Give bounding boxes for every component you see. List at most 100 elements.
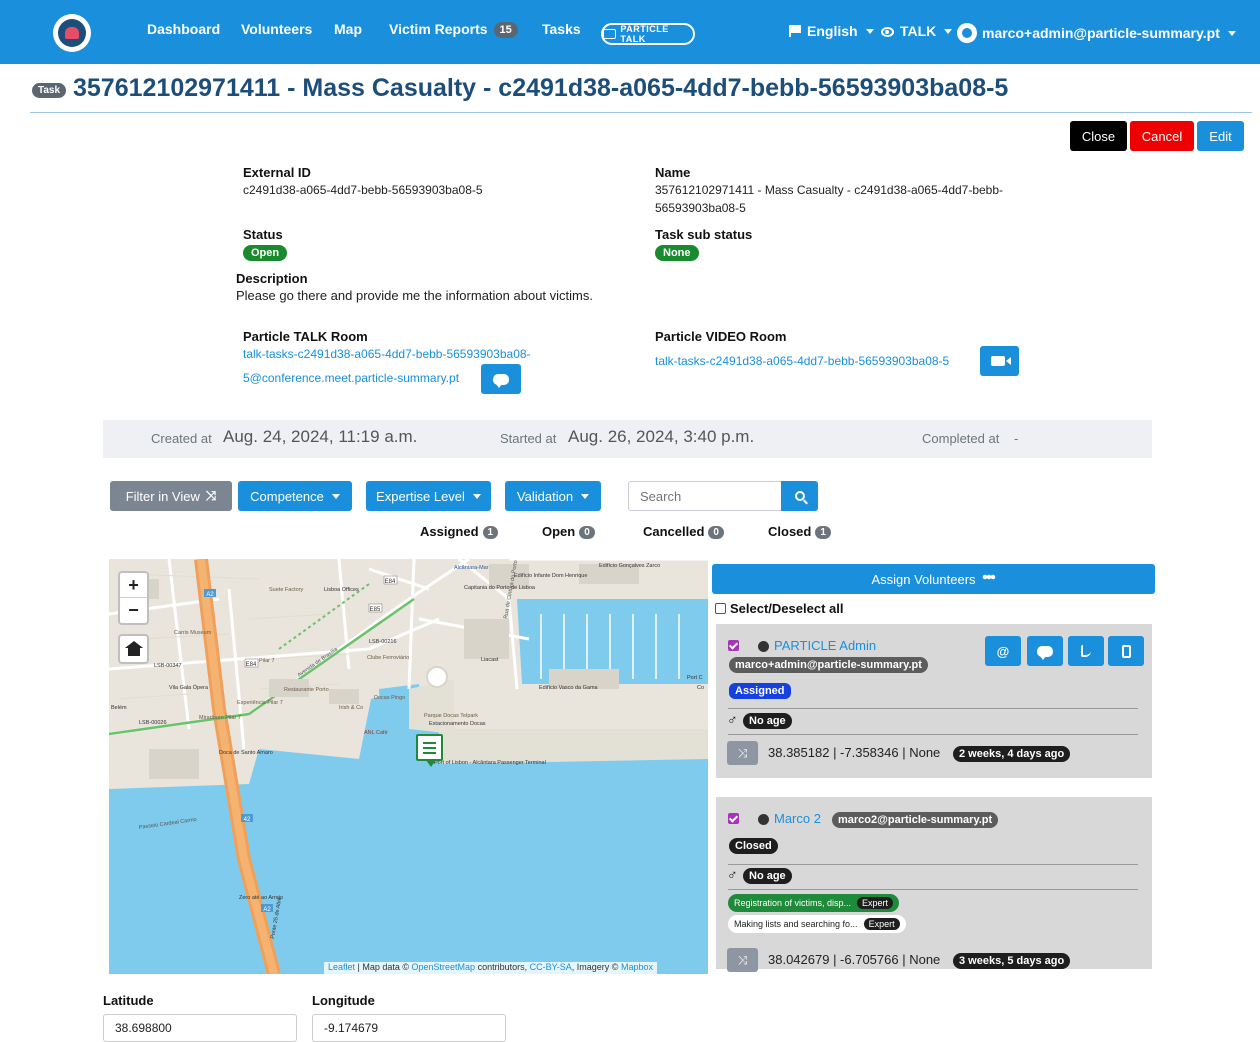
search-button[interactable] (781, 481, 818, 511)
volunteer-email-badge: marco+admin@particle-summary.pt (729, 657, 928, 673)
competence-dropdown[interactable]: Competence (238, 481, 352, 511)
svg-text:A2: A2 (263, 907, 271, 913)
open-talk-room-button[interactable] (481, 364, 521, 394)
edit-button[interactable]: Edit (1197, 121, 1244, 151)
task-marker-icon[interactable] (416, 734, 443, 767)
status-badge: Open (243, 245, 288, 261)
app-logo-icon[interactable] (53, 14, 91, 52)
email-button[interactable]: @ (985, 636, 1021, 666)
nav-victim-reports[interactable]: Victim Reports 15 (389, 21, 518, 38)
search-input[interactable] (628, 481, 782, 511)
assign-volunteers-button[interactable]: Assign Volunteers (712, 564, 1155, 594)
started-label: Started at (500, 431, 557, 446)
svg-text:E84: E84 (246, 662, 257, 668)
expertise-level-dropdown[interactable]: Expertise Level (366, 481, 491, 511)
talk-room-link-line1[interactable]: talk-tasks-c2491d38-a065-4dd7-bebb-56593… (243, 345, 531, 363)
video-room-link[interactable]: talk-tasks-c2491d38-a065-4dd7-bebb-56593… (655, 352, 949, 370)
close-button[interactable]: Close (1070, 121, 1127, 151)
chat-bubble-icon (603, 29, 617, 39)
people-icon (981, 574, 996, 584)
user-avatar-icon (957, 23, 977, 43)
male-gender-icon: ♂ (727, 711, 738, 727)
map-home-button[interactable] (118, 634, 149, 664)
locate-volunteer-button[interactable]: ⤨ (727, 741, 758, 765)
nav-tasks[interactable]: Tasks (542, 21, 581, 37)
svg-text:Irish & Co: Irish & Co (339, 705, 363, 711)
external-id-label: External ID (243, 165, 311, 180)
filter-in-view-button[interactable]: Filter in View ⤨ (110, 481, 232, 511)
created-value: Aug. 24, 2024, 11:19 a.m. (223, 427, 418, 446)
talk-room-link-line2[interactable]: 5@conference.meet.particle-summary.pt (243, 369, 459, 387)
page-title: 357612102971411 - Mass Casualty - c2491d… (73, 74, 1009, 102)
language-dropdown[interactable]: English (789, 23, 874, 39)
svg-text:LSB-00216: LSB-00216 (369, 639, 397, 645)
latitude-input[interactable] (103, 1014, 297, 1042)
caret-down-icon (944, 29, 953, 34)
compress-icon: ⤨ (737, 952, 748, 967)
svg-text:Suete Factory: Suete Factory (269, 587, 303, 593)
volunteer-name-link[interactable]: PARTICLE Admin (774, 638, 876, 653)
zoom-in-button[interactable]: + (120, 573, 147, 598)
completed-label: Completed at (922, 431, 1000, 446)
volunteer-checkbox[interactable] (728, 640, 739, 651)
nav-volunteers[interactable]: Volunteers (241, 21, 312, 37)
open-video-room-button[interactable] (980, 346, 1019, 376)
open-count[interactable]: Open 0 (542, 524, 595, 539)
description-label: Description (236, 271, 308, 286)
svg-text:Parque Docas Telpark: Parque Docas Telpark (424, 713, 478, 719)
started-value: Aug. 26, 2024, 3:40 p.m. (568, 427, 755, 446)
completed-value: - (1014, 431, 1019, 446)
compress-icon: ⤨ (737, 745, 748, 760)
map-view[interactable]: E84 E85 E84 42 A2 A2 Avenida de Brasília… (109, 559, 708, 974)
svg-text:Lisboa Offices: Lisboa Offices (324, 587, 359, 593)
volunteer-checkbox[interactable] (728, 813, 739, 824)
nav-dashboard[interactable]: Dashboard (147, 21, 220, 37)
longitude-input[interactable] (312, 1014, 506, 1042)
card-divider (728, 889, 1138, 890)
home-icon (124, 640, 143, 656)
talk-room-label: Particle TALK Room (243, 329, 368, 344)
svg-text:Liacast: Liacast (481, 657, 499, 663)
closed-count[interactable]: Closed 1 (768, 524, 831, 539)
competence-badge: Registration of victims, disp... Expert (728, 894, 900, 912)
user-dropdown[interactable]: marco+admin@particle-summary.pt (957, 23, 1236, 43)
svg-text:Capitania do Porto de Lisboa: Capitania do Porto de Lisboa (464, 585, 536, 591)
caret-down-icon (581, 493, 590, 499)
svg-text:LSB-00347: LSB-00347 (154, 663, 182, 669)
created-label: Created at (151, 431, 212, 446)
volunteer-status-badge: Assigned (729, 683, 791, 699)
svg-text:Restaurante Porto: Restaurante Porto (284, 687, 329, 693)
card-divider (728, 708, 1138, 709)
cancelled-count[interactable]: Cancelled 0 (643, 524, 724, 539)
locate-volunteer-button[interactable]: ⤨ (727, 948, 758, 972)
svg-text:Experiência Pilar 7: Experiência Pilar 7 (237, 700, 283, 706)
svg-text:E84: E84 (385, 579, 396, 585)
mobile-button[interactable] (1108, 636, 1144, 666)
zoom-out-button[interactable]: − (120, 598, 147, 623)
cancel-button[interactable]: Cancel (1130, 121, 1194, 151)
compress-icon: ⤨ (205, 488, 217, 503)
svg-text:LSB-00026: LSB-00026 (139, 720, 167, 726)
external-id-value: c2491d38-a065-4dd7-bebb-56593903ba08-5 (243, 183, 483, 197)
male-gender-icon: ♂ (727, 866, 738, 882)
map-attribution: Leaflet | Map data © OpenStreetMap contr… (324, 962, 657, 974)
nav-map[interactable]: Map (334, 21, 362, 37)
validation-dropdown[interactable]: Validation (505, 481, 601, 511)
svg-text:Edifício Infante Dom Henrique: Edifício Infante Dom Henrique (514, 573, 587, 579)
user-icon (758, 814, 769, 825)
select-all-checkbox[interactable] (715, 603, 726, 614)
status-label: Status (243, 227, 283, 242)
caret-down-icon (1227, 31, 1236, 36)
call-button[interactable] (1068, 636, 1104, 666)
map-zoom-controls: + − (118, 571, 149, 625)
caret-down-icon (331, 493, 340, 499)
svg-text:Miradouro Pilar 7: Miradouro Pilar 7 (199, 715, 241, 721)
particle-talk-logo[interactable]: PARTICLE TALK (601, 23, 695, 45)
age-badge: No age (743, 868, 792, 884)
talk-dropdown[interactable]: TALK (881, 23, 953, 39)
select-all-toggle[interactable]: Select/Deselect all (715, 601, 843, 616)
assigned-count[interactable]: Assigned 1 (420, 524, 499, 539)
svg-text:Pilar 7: Pilar 7 (259, 658, 275, 664)
chat-button[interactable] (1027, 636, 1063, 666)
volunteer-name-link[interactable]: Marco 2 (774, 811, 821, 826)
